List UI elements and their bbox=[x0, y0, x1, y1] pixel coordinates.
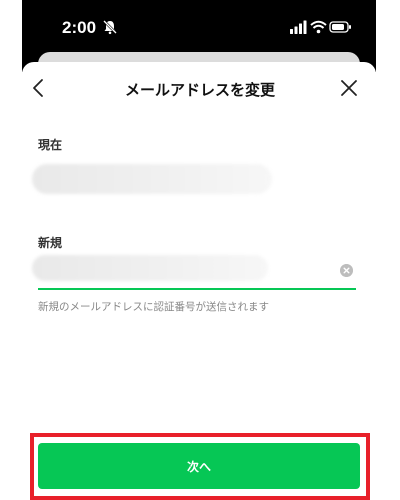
clear-circle-icon[interactable] bbox=[340, 264, 353, 277]
current-email-value bbox=[32, 164, 272, 194]
status-time: 2:00 bbox=[62, 18, 97, 37]
cellular-signal-icon bbox=[290, 20, 307, 34]
input-underline bbox=[38, 288, 356, 290]
new-email-input[interactable] bbox=[32, 252, 272, 286]
bell-slash-icon bbox=[103, 20, 117, 35]
next-button[interactable]: 次へ bbox=[38, 443, 360, 489]
battery-icon bbox=[329, 21, 351, 33]
wifi-icon bbox=[310, 20, 327, 34]
close-icon[interactable] bbox=[340, 79, 358, 97]
status-indicators bbox=[290, 20, 351, 34]
new-email-label: 新規 bbox=[38, 236, 63, 250]
current-email-label: 現在 bbox=[38, 138, 63, 152]
hint-text: 新規のメールアドレスに認証番号が送信されます bbox=[38, 301, 269, 313]
phone-screen: 2:00 メールアドレスを変更 現在 新規 新規のメールアドレスに認証番号が送信… bbox=[0, 0, 400, 500]
